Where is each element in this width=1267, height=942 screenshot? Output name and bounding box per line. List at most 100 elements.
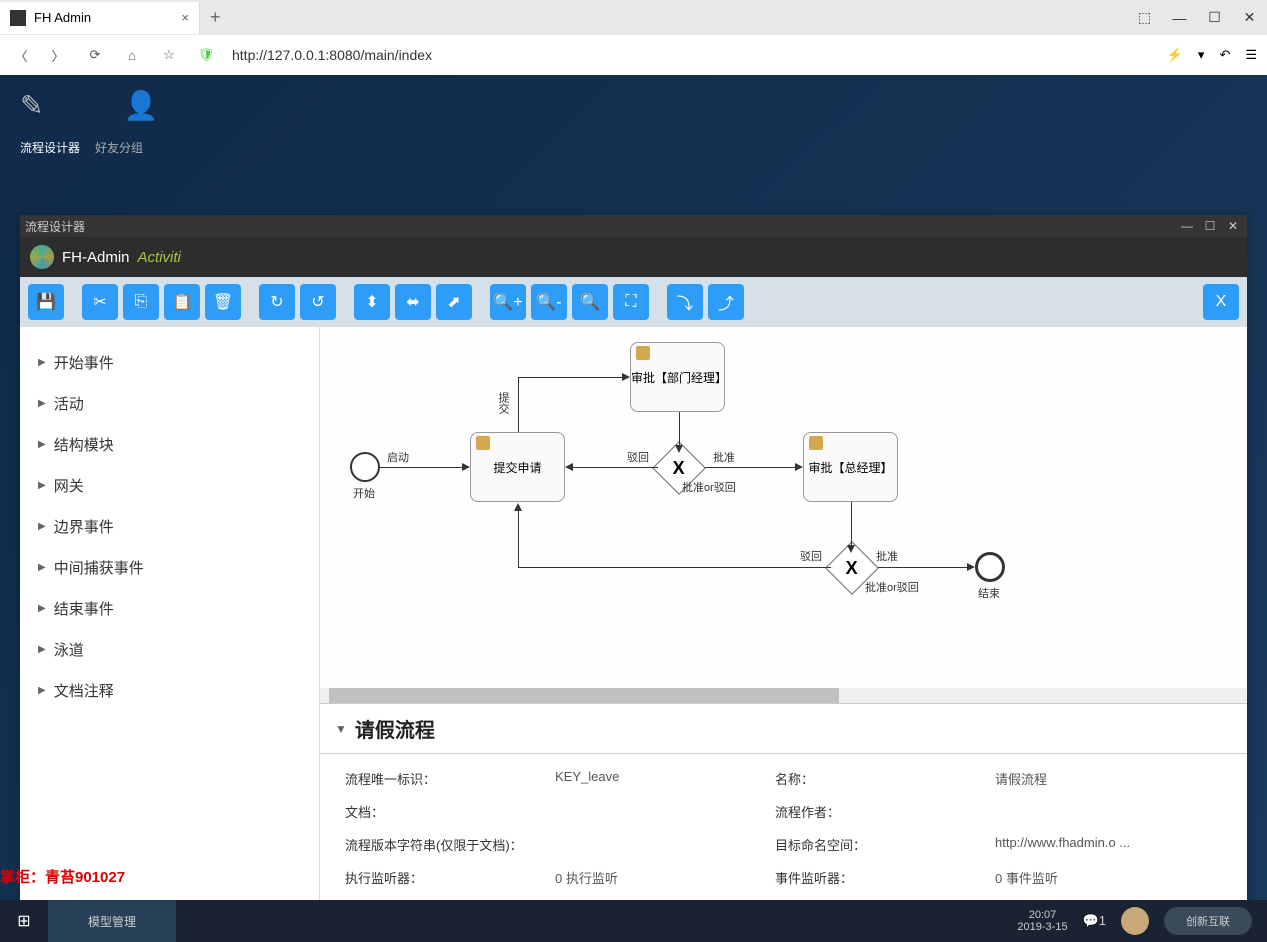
zoom-reset-button[interactable]: 🔍: [572, 284, 608, 320]
align-v-button[interactable]: ⬍: [354, 284, 390, 320]
prop-author-value[interactable]: [995, 802, 1222, 821]
tab-close-icon[interactable]: ×: [181, 10, 189, 25]
prop-name-label: 名称：: [775, 769, 995, 788]
copy-button[interactable]: ⎘: [123, 284, 159, 320]
start-button[interactable]: ⊞: [0, 900, 48, 942]
prop-author-label: 流程作者：: [775, 802, 995, 821]
new-tab-button[interactable]: +: [200, 7, 231, 28]
flash-icon[interactable]: ⚡: [1167, 47, 1183, 63]
menu-icon[interactable]: ☰: [1245, 47, 1257, 63]
palette-swimlanes[interactable]: ▶泳道: [30, 629, 309, 670]
user-icon: [636, 346, 650, 360]
palette-activities[interactable]: ▶活动: [30, 383, 309, 424]
compose-icon[interactable]: ✎: [20, 89, 43, 122]
favorite-icon[interactable]: ☆: [158, 44, 180, 66]
prop-ns-label: 目标命名空间：: [775, 835, 995, 854]
window-close-icon[interactable]: ✕: [1232, 0, 1267, 35]
bend-remove-button[interactable]: ⤴: [708, 284, 744, 320]
palette-structural[interactable]: ▶结构模块: [30, 424, 309, 465]
watermark-text: 掌柜：青苔901027: [0, 866, 125, 887]
window-maximize-icon[interactable]: ☐: [1197, 0, 1232, 35]
palette-annotations[interactable]: ▶文档注释: [30, 670, 309, 711]
home-icon[interactable]: ⌂: [121, 44, 143, 66]
app-name: FH-Admin: [62, 249, 130, 266]
taskbar-item[interactable]: 模型管理: [48, 900, 176, 942]
start-event[interactable]: [350, 452, 380, 482]
bend-add-button[interactable]: ⤵: [667, 284, 703, 320]
zoom-in-button[interactable]: 🔍+: [490, 284, 526, 320]
flow-approve2-label: 批准: [876, 548, 898, 564]
chevron-down-icon: ▼: [335, 722, 347, 736]
task-general-manager[interactable]: 审批【总经理】: [803, 432, 898, 502]
prop-name-value[interactable]: 请假流程: [995, 769, 1222, 788]
start-label: 开始: [353, 485, 375, 501]
flow-approve1-label: 批准: [713, 449, 735, 465]
zoom-fit-button[interactable]: ⛶: [613, 284, 649, 320]
palette-end-events[interactable]: ▶结束事件: [30, 588, 309, 629]
tab-favicon: [10, 10, 26, 26]
user-icon: [809, 436, 823, 450]
prop-doc-label: 文档：: [345, 802, 555, 821]
palette-catch-events[interactable]: ▶中间捕获事件: [30, 547, 309, 588]
inner-window-titlebar: 流程设计器 — ☐ ✕: [20, 215, 1247, 237]
save-button[interactable]: 💾: [28, 284, 64, 320]
window-pin-icon[interactable]: ⬚: [1127, 0, 1162, 35]
address-bar: 〈 〉 ⟳ ⌂ ☆ 🛡 ⚡ ▾ ↶ ☰: [0, 35, 1267, 75]
chat-icon[interactable]: 💬1: [1083, 913, 1106, 929]
same-size-button[interactable]: ⬈: [436, 284, 472, 320]
horizontal-scrollbar[interactable]: [320, 688, 1247, 703]
prop-event-value[interactable]: 0 事件监听: [995, 868, 1222, 887]
window-minimize-icon[interactable]: —: [1162, 0, 1197, 35]
tab-designer[interactable]: 流程设计器: [20, 139, 80, 156]
props-header[interactable]: ▼ 请假流程: [320, 704, 1247, 754]
gateway1-label: 批准or驳回: [682, 479, 736, 495]
end-event[interactable]: [975, 552, 1005, 582]
align-h-button[interactable]: ⬌: [395, 284, 431, 320]
top-icons: ✎ 👤: [0, 75, 1267, 135]
task-dept-manager[interactable]: 审批【部门经理】: [630, 342, 725, 412]
prop-exec-value[interactable]: 0 执行监听: [555, 868, 775, 887]
chevron-down-icon[interactable]: ▾: [1198, 47, 1205, 63]
flow-reject1-label: 驳回: [627, 449, 649, 465]
person-icon[interactable]: 👤: [123, 89, 158, 122]
flow-reject2-label: 驳回: [800, 548, 822, 564]
designer-window: 流程设计器 — ☐ ✕ FH-Admin Activiti 💾 ✂ ⎘ 📋 🗑 …: [20, 215, 1247, 935]
back-icon[interactable]: 〈: [10, 44, 32, 66]
user-icon: [476, 436, 490, 450]
task-submit[interactable]: 提交申请: [470, 432, 565, 502]
cut-button[interactable]: ✂: [82, 284, 118, 320]
inner-close-icon[interactable]: ✕: [1224, 219, 1242, 233]
avatar[interactable]: [1121, 907, 1149, 935]
undo-button[interactable]: ↺: [300, 284, 336, 320]
prop-doc-value[interactable]: [555, 802, 775, 821]
inner-minimize-icon[interactable]: —: [1178, 219, 1196, 233]
designer-header: FH-Admin Activiti: [20, 237, 1247, 277]
paste-button[interactable]: 📋: [164, 284, 200, 320]
prop-id-value[interactable]: KEY_leave: [555, 769, 775, 788]
prop-ns-value[interactable]: http://www.fhadmin.o ...: [995, 835, 1222, 854]
url-input[interactable]: [232, 47, 1152, 63]
reload-icon[interactable]: ⟳: [84, 44, 106, 66]
app-background: ✎ 👤 流程设计器 好友分组 流程设计器 — ☐ ✕ FH-Admin Acti…: [0, 75, 1267, 942]
browser-tab[interactable]: FH Admin ×: [0, 2, 200, 34]
palette: ▶开始事件 ▶活动 ▶结构模块 ▶网关 ▶边界事件 ▶中间捕获事件 ▶结束事件 …: [20, 327, 320, 935]
props-title: 请假流程: [355, 714, 435, 743]
prop-version-value[interactable]: [555, 835, 775, 854]
canvas[interactable]: 开始 提交申请 审批【部门经理】 X 批准or驳回 审批【总经理】 X 批准or…: [320, 327, 1247, 688]
redo-button[interactable]: ↻: [259, 284, 295, 320]
palette-start-events[interactable]: ▶开始事件: [30, 342, 309, 383]
flow-submit-label: 提交: [495, 392, 511, 414]
clock[interactable]: 20:07 2019-3-15: [1017, 909, 1067, 933]
palette-boundary-events[interactable]: ▶边界事件: [30, 506, 309, 547]
palette-gateways[interactable]: ▶网关: [30, 465, 309, 506]
inner-maximize-icon[interactable]: ☐: [1201, 219, 1219, 233]
forward-icon[interactable]: 〉: [47, 44, 69, 66]
toolbar: 💾 ✂ ⎘ 📋 🗑 ↻ ↺ ⬍ ⬌ ⬈ 🔍+ 🔍- 🔍 ⛶ ⤵ ⤴ X: [20, 277, 1247, 327]
prop-exec-label: 执行监听器：: [345, 868, 555, 887]
undo-icon[interactable]: ↶: [1219, 47, 1230, 63]
zoom-out-button[interactable]: 🔍-: [531, 284, 567, 320]
flow-start-label: 启动: [387, 449, 409, 465]
delete-button[interactable]: 🗑: [205, 284, 241, 320]
tab-friends[interactable]: 好友分组: [95, 139, 143, 156]
close-designer-button[interactable]: X: [1203, 284, 1239, 320]
